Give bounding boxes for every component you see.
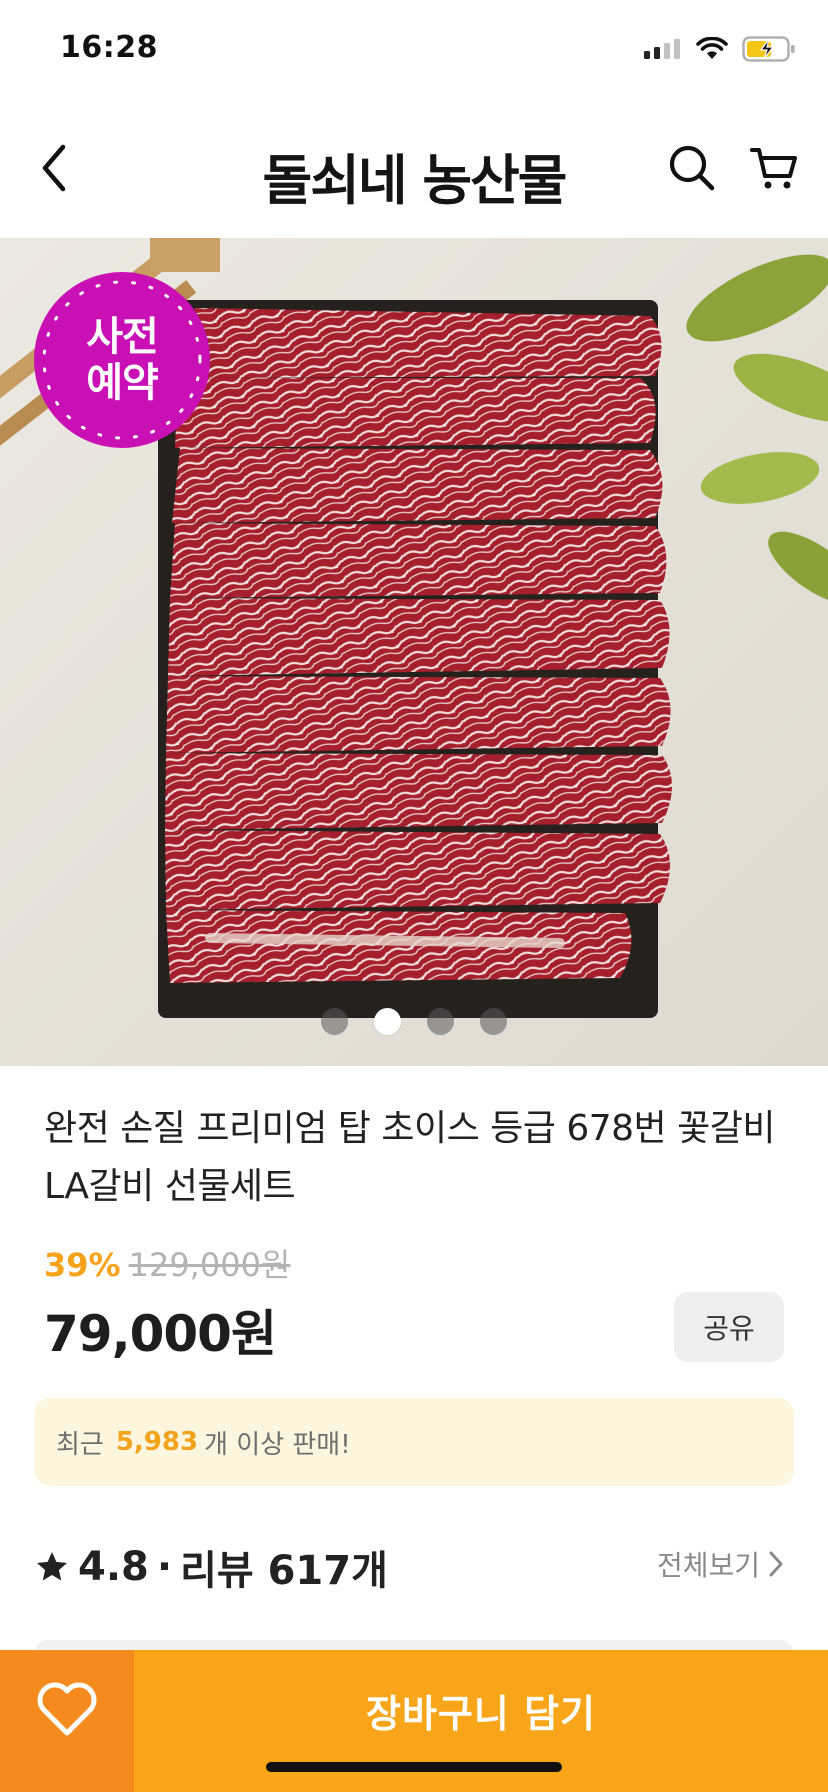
star-icon xyxy=(37,1552,67,1581)
preorder-badge: 사전 예약 xyxy=(34,272,210,448)
badge-stars-decoration xyxy=(42,280,202,440)
search-icon xyxy=(669,145,715,191)
sale-price: 79,000원 xyxy=(44,1305,277,1363)
chevron-right-icon xyxy=(769,1551,783,1577)
home-indicator xyxy=(266,1762,562,1772)
rating-separator: · xyxy=(156,1544,173,1590)
review-count: 리뷰 617개 xyxy=(180,1548,388,1594)
product-title: 완전 손질 프리미엄 탑 초이스 등급 678번 꽃갈비 LA갈비 선물세트 xyxy=(44,1108,775,1207)
sales-banner: 최근 5,983 개 이상 판매! xyxy=(34,1398,794,1486)
cart-button[interactable] xyxy=(746,140,802,196)
sales-suffix: 개 이상 판매! xyxy=(204,1429,351,1460)
cart-icon xyxy=(750,148,797,189)
carousel-dot-1[interactable] xyxy=(321,1008,348,1035)
discount-rate: 39% xyxy=(44,1246,121,1284)
product-image-carousel[interactable]: 사전 예약 xyxy=(0,238,828,1066)
rating-score: 4.8 xyxy=(78,1544,149,1590)
status-time: 16:28 xyxy=(60,30,158,65)
carousel-dot-4[interactable] xyxy=(480,1008,507,1035)
wishlist-button[interactable] xyxy=(0,1650,134,1792)
signal-icon xyxy=(644,39,680,59)
carousel-dot-2[interactable] xyxy=(374,1008,401,1035)
search-button[interactable] xyxy=(664,140,720,196)
sales-prefix: 최근 xyxy=(56,1429,104,1460)
original-price: 129,000원 xyxy=(128,1246,291,1284)
status-bar: 16:28 xyxy=(0,0,828,100)
heart-icon xyxy=(37,1682,97,1736)
view-all-label: 전체보기 xyxy=(656,1549,760,1582)
wifi-icon xyxy=(696,37,728,59)
carousel-dots xyxy=(0,1008,828,1035)
view-all-reviews-link[interactable]: 전체보기 xyxy=(657,1544,784,1584)
rating-summary: 4.8 · 리뷰 617개 xyxy=(34,1538,388,1596)
app-header: 돌쇠네 농산물 xyxy=(0,118,828,218)
carousel-dot-3[interactable] xyxy=(427,1008,454,1035)
battery-icon xyxy=(742,36,795,62)
price-discount-row: 39% 129,000원 xyxy=(44,1240,290,1286)
sales-count: 5,983 xyxy=(115,1427,199,1457)
status-icons xyxy=(644,36,796,62)
share-button[interactable]: 공유 xyxy=(674,1292,784,1362)
